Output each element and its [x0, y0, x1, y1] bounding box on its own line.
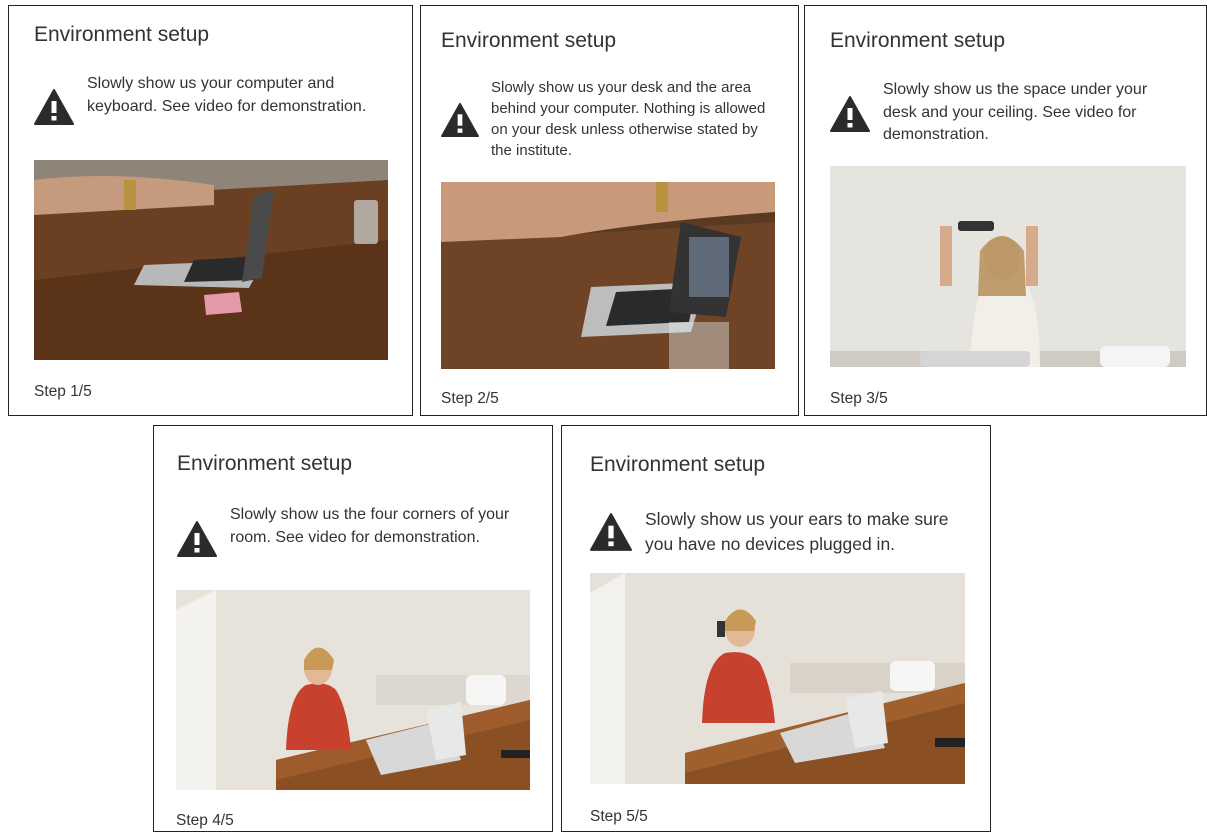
- warning-triangle-icon: [441, 102, 479, 143]
- card-title: Environment setup: [830, 29, 1006, 52]
- step-indicator: Step 3/5: [830, 390, 888, 407]
- step-indicator: Step 4/5: [176, 812, 234, 829]
- demo-video[interactable]: [830, 166, 1186, 367]
- demo-video[interactable]: [590, 573, 965, 784]
- step-indicator: Step 5/5: [590, 808, 648, 825]
- card-title: Environment setup: [34, 23, 210, 46]
- demo-video[interactable]: [176, 590, 530, 790]
- demo-video[interactable]: [441, 182, 775, 369]
- warning-triangle-icon: [830, 95, 870, 138]
- instruction-text: Slowly show us your ears to make sure yo…: [645, 509, 949, 554]
- step-indicator: Step 2/5: [441, 390, 499, 407]
- instruction-text: Slowly show us your computer and keyboar…: [87, 75, 367, 115]
- instruction-text: Slowly show us the four corners of your …: [230, 506, 510, 546]
- demo-video[interactable]: [34, 160, 388, 360]
- card-title: Environment setup: [177, 452, 353, 475]
- warning-triangle-icon: [34, 88, 74, 131]
- warning-triangle-icon: [590, 512, 632, 557]
- setup-card-step-2: Environment setup Slowly show us your de…: [420, 5, 799, 416]
- card-title: Environment setup: [441, 29, 617, 52]
- setup-card-step-1: Environment setup Slowly show us your co…: [8, 5, 413, 416]
- step-indicator: Step 1/5: [34, 383, 92, 400]
- instruction-text: Slowly show us the space under your desk…: [883, 81, 1148, 143]
- setup-card-step-5: Environment setup Slowly show us your ea…: [561, 425, 991, 832]
- instruction-text: Slowly show us your desk and the area be…: [491, 79, 766, 159]
- setup-card-step-3: Environment setup Slowly show us the spa…: [804, 5, 1207, 416]
- card-title: Environment setup: [590, 453, 766, 476]
- setup-card-step-4: Environment setup Slowly show us the fou…: [153, 425, 553, 832]
- warning-triangle-icon: [177, 520, 217, 563]
